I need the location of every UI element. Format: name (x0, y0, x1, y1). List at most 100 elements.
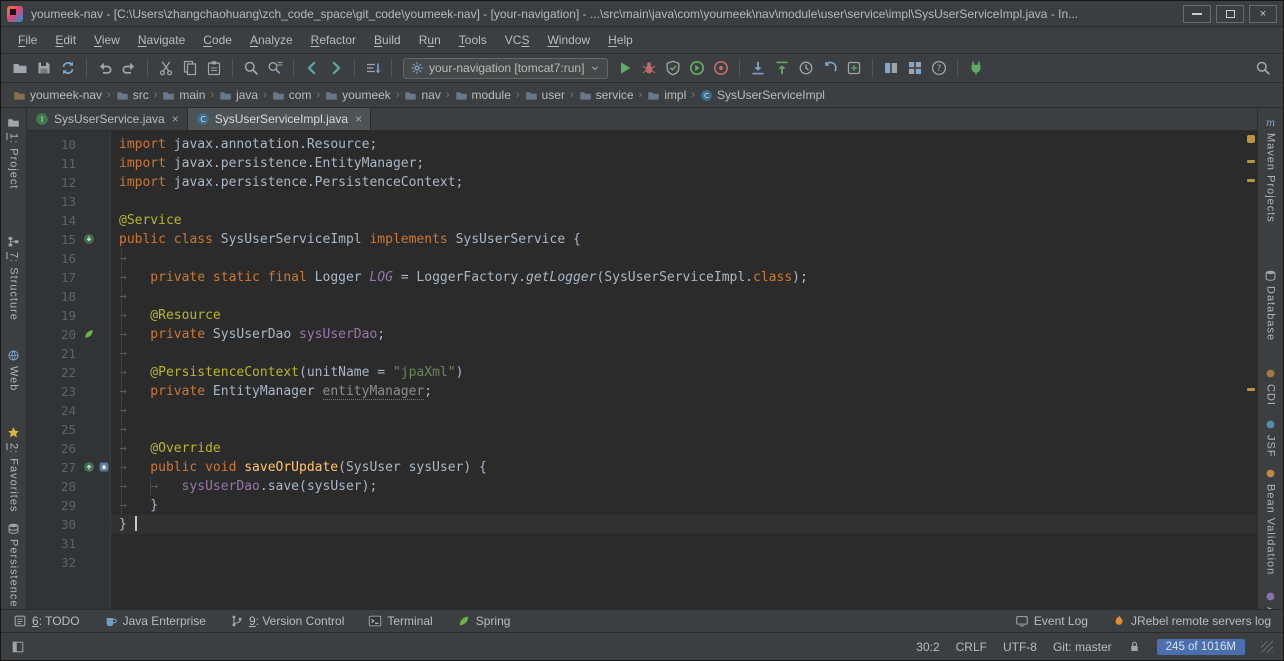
nav-item-service[interactable]: service (577, 88, 636, 102)
tab-close-icon[interactable]: × (355, 112, 362, 126)
line-number[interactable]: 18 (27, 287, 110, 306)
code-line[interactable]: → (111, 287, 1257, 306)
code-line[interactable]: → (111, 344, 1257, 363)
nav-item-src[interactable]: src (114, 88, 151, 102)
line-number[interactable]: 30 (27, 515, 110, 534)
tool-button-java-enterprise[interactable]: Java Enterprise (104, 614, 206, 628)
nav-item-nav[interactable]: nav (402, 88, 442, 102)
nav-item-youmeek[interactable]: youmeek (323, 88, 393, 102)
tool-button-1-project[interactable]: 1: Project (7, 116, 20, 189)
nav-item-java[interactable]: java (217, 88, 260, 102)
line-number[interactable]: 31 (27, 534, 110, 553)
code-line[interactable]: →private static final Logger LOG = Logge… (111, 268, 1257, 287)
editor[interactable]: 1011121314151617181920212223242526272829… (27, 131, 1257, 609)
lock-icon[interactable] (1128, 640, 1141, 653)
paste-icon[interactable] (203, 58, 225, 78)
resize-grip[interactable] (1261, 641, 1273, 653)
nav-item-impl[interactable]: impl (645, 88, 688, 102)
code-line[interactable]: public class SysUserServiceImpl implemen… (111, 230, 1257, 249)
code-line[interactable]: import javax.persistence.EntityManager; (111, 154, 1257, 173)
tool-button-web[interactable]: Web (7, 349, 20, 391)
line-number[interactable]: 28 (27, 477, 110, 496)
vcs-branch-indicator[interactable]: Git: master (1053, 640, 1112, 654)
menu-run[interactable]: Run (410, 33, 450, 47)
nav-item-com[interactable]: com (270, 88, 314, 102)
line-number[interactable]: 29 (27, 496, 110, 515)
copy-icon[interactable] (179, 58, 201, 78)
line-number[interactable]: 13 (27, 192, 110, 211)
code-line[interactable]: } (111, 515, 1257, 534)
save-all-icon[interactable] (33, 58, 55, 78)
diff-icon[interactable] (880, 58, 902, 78)
tool-button-7-structure[interactable]: 7: Structure (7, 235, 20, 321)
code-line[interactable]: →private EntityManager entityManager; (111, 382, 1257, 401)
jrebel-debug-icon[interactable] (710, 58, 732, 78)
line-number[interactable]: 12 (27, 173, 110, 192)
project-structure-icon[interactable] (904, 58, 926, 78)
tool-button-bean-validation[interactable]: Bean Validation (1264, 467, 1277, 575)
menu-window[interactable]: Window (538, 33, 599, 47)
tool-button-2-favorites[interactable]: 2: Favorites (7, 426, 20, 512)
code-line[interactable]: import javax.persistence.PersistenceCont… (111, 173, 1257, 192)
tool-button-jrebel-remote-servers-log[interactable]: JRebel remote servers log (1112, 614, 1271, 628)
line-number[interactable]: 25 (27, 420, 110, 439)
tab-close-icon[interactable]: × (172, 112, 179, 126)
line-number[interactable]: 20 (27, 325, 110, 344)
line-number[interactable]: 19 (27, 306, 110, 325)
code-line[interactable] (111, 534, 1257, 553)
nav-item-main[interactable]: main (160, 88, 207, 102)
line-number[interactable]: 26 (27, 439, 110, 458)
menu-analyze[interactable]: Analyze (241, 33, 302, 47)
vcs-revert-icon[interactable] (819, 58, 841, 78)
run-configuration-select[interactable]: your-navigation [tomcat7:run] (403, 58, 608, 79)
menu-view[interactable]: View (85, 33, 129, 47)
code-line[interactable]: → (111, 249, 1257, 268)
code-line[interactable]: →public void saveOrUpdate(SysUser sysUse… (111, 458, 1257, 477)
caret-position[interactable]: 30:2 (916, 640, 939, 654)
line-number[interactable]: 21 (27, 344, 110, 363)
synchronize-icon[interactable] (57, 58, 79, 78)
line-number[interactable]: 14 (27, 211, 110, 230)
vcs-changes-icon[interactable] (843, 58, 865, 78)
line-number[interactable]: 10 (27, 135, 110, 154)
jrebel-run-icon[interactable] (686, 58, 708, 78)
line-number[interactable]: 16 (27, 249, 110, 268)
line-number[interactable]: 23 (27, 382, 110, 401)
menu-vcs[interactable]: VCS (496, 33, 539, 47)
line-number[interactable]: 11 (27, 154, 110, 173)
vcs-commit-icon[interactable] (771, 58, 793, 78)
nav-item-user[interactable]: user (523, 88, 567, 102)
jrebel-gutter-icon[interactable] (98, 461, 110, 473)
undo-icon[interactable] (94, 58, 116, 78)
debug-icon[interactable] (638, 58, 660, 78)
code-line[interactable]: → (111, 401, 1257, 420)
plugin-icon[interactable] (965, 58, 987, 78)
replace-icon[interactable] (264, 58, 286, 78)
nav-item-youmeek-nav[interactable]: youmeek-nav (11, 88, 104, 102)
tool-button-jsf[interactable]: JSF (1264, 418, 1277, 458)
code-line[interactable] (111, 192, 1257, 211)
run-icon[interactable] (614, 58, 636, 78)
menu-build[interactable]: Build (365, 33, 410, 47)
warning-stripe-mark[interactable] (1247, 179, 1255, 182)
line-number[interactable]: 15 (27, 230, 110, 249)
tab-sysuserservice-java[interactable]: ISysUserService.java× (27, 108, 188, 130)
redo-icon[interactable] (118, 58, 140, 78)
code-line[interactable]: →@Resource (111, 306, 1257, 325)
open-folder-icon[interactable] (9, 58, 31, 78)
cut-icon[interactable] (155, 58, 177, 78)
tool-button-event-log[interactable]: Event Log (1015, 614, 1088, 628)
vcs-update-icon[interactable] (747, 58, 769, 78)
minimize-button[interactable] (1183, 5, 1211, 23)
tool-button-persistence[interactable]: Persistence (7, 522, 20, 607)
nav-item-sysuserserviceimpl[interactable]: CSysUserServiceImpl (698, 88, 827, 102)
navigate-back-icon[interactable] (301, 58, 323, 78)
code-line[interactable]: → (111, 420, 1257, 439)
tab-sysuserserviceimpl-java[interactable]: CSysUserServiceImpl.java× (188, 108, 371, 130)
vcs-history-icon[interactable] (795, 58, 817, 78)
menu-refactor[interactable]: Refactor (302, 33, 365, 47)
search-icon[interactable] (1251, 58, 1275, 78)
line-number[interactable]: 24 (27, 401, 110, 420)
warning-stripe-mark[interactable] (1247, 388, 1255, 391)
navigate-forward-icon[interactable] (325, 58, 347, 78)
